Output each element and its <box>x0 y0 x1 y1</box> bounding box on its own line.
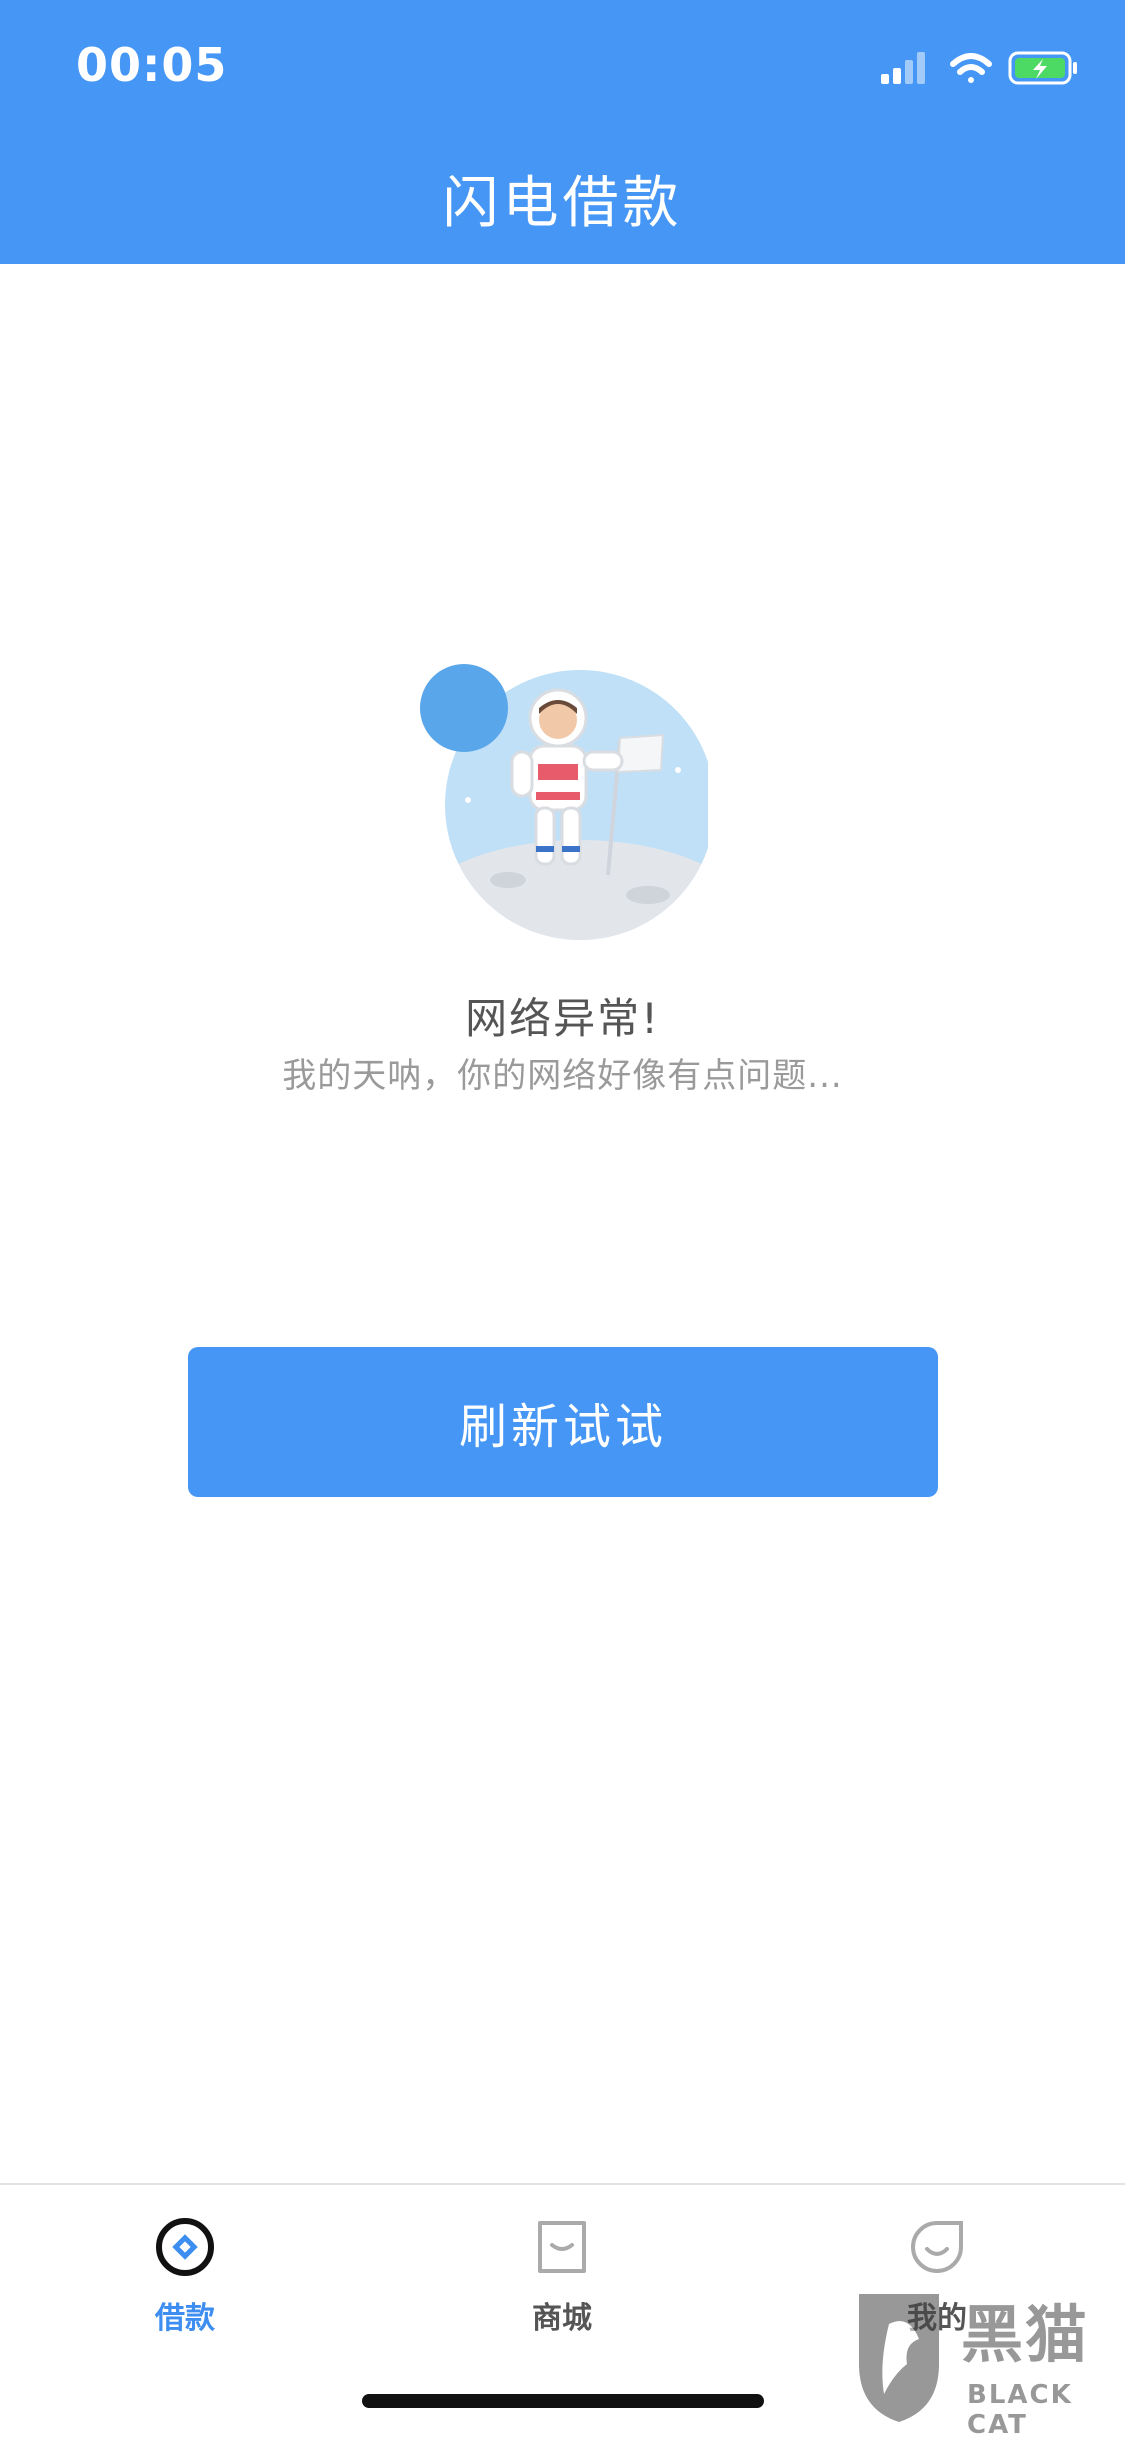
loan-icon <box>156 2218 214 2276</box>
error-subtitle: 我的天呐，你的网络好像有点问题... <box>282 1056 843 1096</box>
refresh-button[interactable]: 刷新试试 <box>188 1347 938 1497</box>
watermark-text: 黑猫 <box>961 2298 1090 2371</box>
tab-loan-label: 借款 <box>155 2301 215 2336</box>
error-title: 网络异常! <box>465 994 660 1043</box>
mall-icon <box>538 2221 586 2273</box>
battery-charging-icon <box>1008 51 1077 85</box>
app-header: 00:05 闪电借款 <box>0 0 1125 264</box>
wifi-icon <box>950 53 992 83</box>
tab-mall-label: 商城 <box>532 2301 592 2336</box>
tab-loan[interactable]: 借款 <box>65 2215 305 2355</box>
status-time: 00:05 <box>76 38 228 92</box>
tab-mall[interactable]: 商城 <box>442 2215 682 2355</box>
signal-icon <box>881 52 925 84</box>
page-title: 闪电借款 <box>442 171 683 236</box>
profile-icon <box>910 2221 963 2273</box>
watermark-subtext: BLACK CAT <box>967 2380 1073 2440</box>
network-error-illustration <box>418 660 715 950</box>
home-indicator <box>362 2394 764 2408</box>
status-icons <box>881 48 1081 88</box>
watermark-logo: 黑猫 BLACK CAT <box>849 2284 1119 2440</box>
